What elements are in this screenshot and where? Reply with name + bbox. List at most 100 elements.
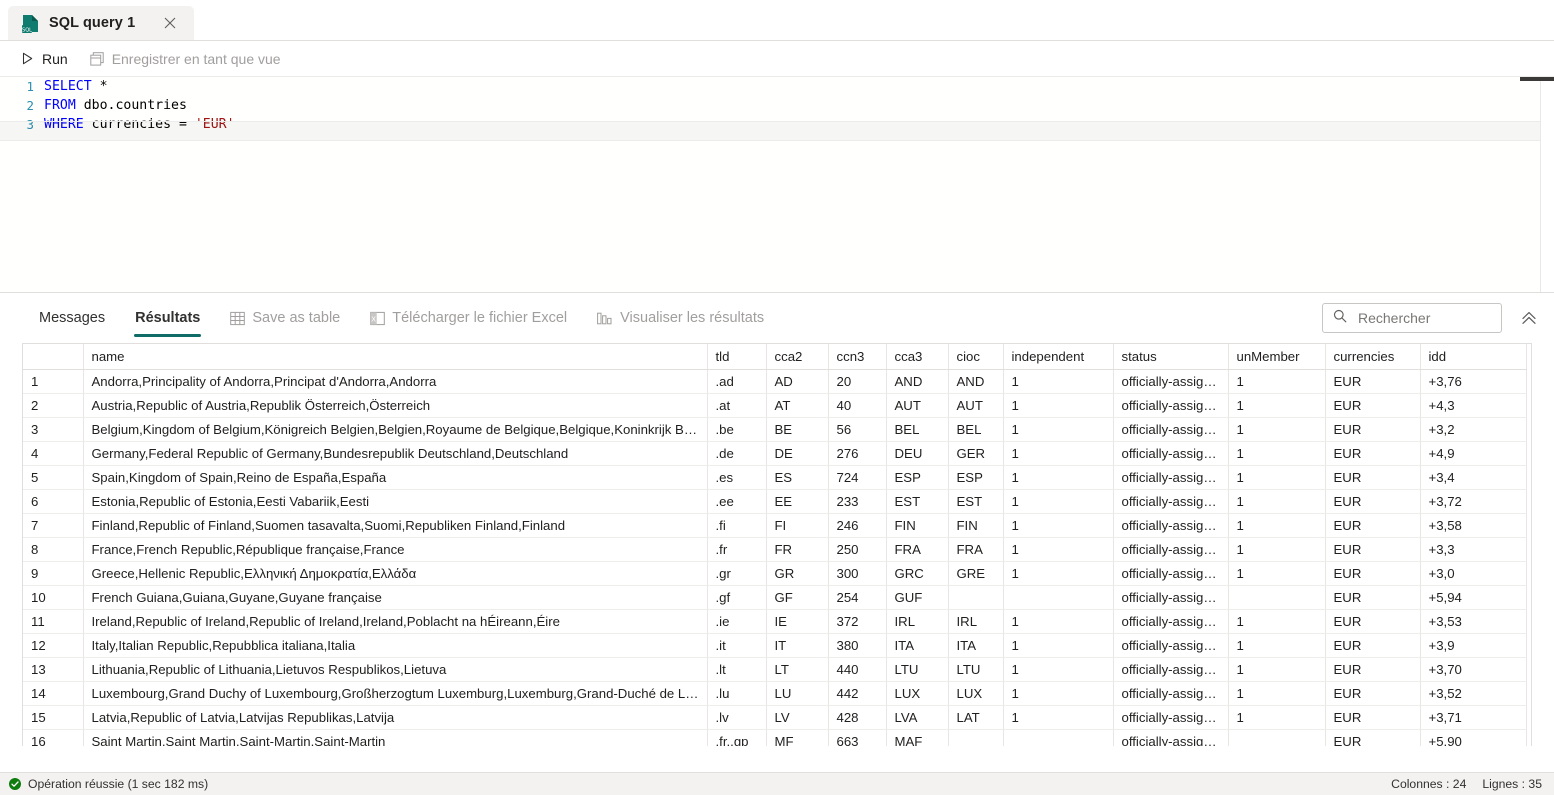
cell-cca3[interactable]: BEL [886,417,949,442]
editor-scrollbar-thumb[interactable] [1520,77,1554,81]
row-number[interactable]: 11 [23,609,84,634]
cell-currencies[interactable]: EUR [1325,633,1421,658]
search-box[interactable] [1322,303,1502,333]
cell-name[interactable]: Germany,Federal Republic of Germany,Bund… [83,441,708,466]
cell-cca3[interactable]: AUT [886,393,949,418]
cell-ccn3[interactable]: 663 [828,729,887,746]
cell-currencies[interactable]: EUR [1325,369,1421,394]
cell-cca2[interactable]: MF [766,729,829,746]
cell-idd[interactable]: +5,90 [1420,729,1527,746]
cell-ccn3[interactable]: 372 [828,609,887,634]
cell-cca3[interactable]: LTU [886,657,949,682]
cell-cca3[interactable]: LUX [886,681,949,706]
row-number[interactable]: 4 [23,441,84,466]
cell-cca3[interactable]: GUF [886,585,949,610]
cell-status[interactable]: officially-assigned [1113,729,1229,746]
cell-status[interactable]: officially-assigned [1113,609,1229,634]
row-number[interactable]: 8 [23,537,84,562]
cell-cca2[interactable]: LT [766,657,829,682]
row-number[interactable]: 12 [23,633,84,658]
column-header-name[interactable]: name [83,344,708,370]
cell-unMember[interactable]: 1 [1228,657,1326,682]
column-header-unMember[interactable]: unMember [1228,344,1326,370]
cell-ccn3[interactable]: 246 [828,513,887,538]
row-number[interactable]: 3 [23,417,84,442]
cell-unMember[interactable]: 1 [1228,633,1326,658]
cell-cca3[interactable]: LVA [886,705,949,730]
cell-unMember[interactable]: 1 [1228,609,1326,634]
cell-tld[interactable]: .gf [707,585,767,610]
cell-cca3[interactable]: DEU [886,441,949,466]
cell-idd[interactable]: +3,71 [1420,705,1527,730]
cell-currencies[interactable]: EUR [1325,657,1421,682]
cell-currencies[interactable]: EUR [1325,729,1421,746]
cell-unMember[interactable]: 1 [1228,441,1326,466]
table-row[interactable]: 10 French Guiana,Guiana,Guyane,Guyane fra… [23,585,1527,610]
cell-cca3[interactable]: MAF [886,729,949,746]
row-number[interactable]: 13 [23,657,84,682]
cell-ccn3[interactable]: 20 [828,369,887,394]
column-header-ccn3[interactable]: ccn3 [828,344,887,370]
cell-ccn3[interactable]: 250 [828,537,887,562]
table-row[interactable]: 7 Finland,Republic of Finland,Suomen tasa… [23,513,1527,538]
table-row[interactable]: 2 Austria,Republic of Austria,Republik Ös… [23,393,1527,418]
cell-cca3[interactable]: FRA [886,537,949,562]
cell-currencies[interactable]: EUR [1325,417,1421,442]
cell-tld[interactable]: .gr [707,561,767,586]
cell-name[interactable]: Austria,Republic of Austria,Republik Öst… [83,393,708,418]
table-row[interactable]: 5 Spain,Kingdom of Spain,Reino de España,… [23,465,1527,490]
cell-name[interactable]: Greece,Hellenic Republic,Ελληνική Δημοκρ… [83,561,708,586]
row-number[interactable]: 1 [23,369,84,394]
results-grid[interactable]: name tld cca2 ccn3 cca3 cioc independent status… [22,343,1532,746]
cell-cca2[interactable]: LU [766,681,829,706]
cell-idd[interactable]: +3,52 [1420,681,1527,706]
cell-cca3[interactable]: GRC [886,561,949,586]
cell-independent[interactable]: 1 [1003,633,1114,658]
row-number[interactable]: 5 [23,465,84,490]
cell-status[interactable]: officially-assigned [1113,681,1229,706]
cell-status[interactable]: officially-assigned [1113,585,1229,610]
cell-currencies[interactable]: EUR [1325,585,1421,610]
cell-tld[interactable]: .ie [707,609,767,634]
cell-unMember[interactable]: 1 [1228,681,1326,706]
double-chevron-up-icon[interactable] [1516,305,1542,331]
editor-vertical-scrollbar[interactable] [1520,77,1554,292]
sql-editor[interactable]: 1 SELECT * 2 FROM dbo.countries 3 WHERE curre… [0,77,1554,293]
cell-cioc[interactable]: AND [948,369,1004,394]
cell-cioc[interactable]: AUT [948,393,1004,418]
row-number[interactable]: 9 [23,561,84,586]
cell-unMember[interactable]: 1 [1228,369,1326,394]
column-header-rownum[interactable] [23,344,84,370]
cell-cca2[interactable]: EE [766,489,829,514]
editor-tab-sql-query-1[interactable]: SQL SQL query 1 [8,6,194,40]
cell-cioc[interactable]: LTU [948,657,1004,682]
cell-ccn3[interactable]: 724 [828,465,887,490]
cell-idd[interactable]: +3,3 [1420,537,1527,562]
cell-cca2[interactable]: AD [766,369,829,394]
cell-independent[interactable]: 1 [1003,561,1114,586]
cell-name[interactable]: Luxembourg,Grand Duchy of Luxembourg,Gro… [83,681,708,706]
cell-independent[interactable]: 1 [1003,609,1114,634]
search-input[interactable] [1356,309,1491,327]
cell-currencies[interactable]: EUR [1325,537,1421,562]
cell-cioc[interactable]: IRL [948,609,1004,634]
cell-cioc[interactable]: FRA [948,537,1004,562]
cell-cioc[interactable]: LAT [948,705,1004,730]
cell-unMember[interactable]: 1 [1228,537,1326,562]
cell-status[interactable]: officially-assigned [1113,537,1229,562]
cell-unMember[interactable] [1228,585,1326,610]
table-row[interactable]: 12 Italy,Italian Republic,Repubblica ital… [23,633,1527,658]
row-number[interactable]: 10 [23,585,84,610]
table-row[interactable]: 4 Germany,Federal Republic of Germany,Bun… [23,441,1527,466]
cell-independent[interactable]: 1 [1003,417,1114,442]
cell-ccn3[interactable]: 300 [828,561,887,586]
cell-independent[interactable]: 1 [1003,513,1114,538]
cell-status[interactable]: officially-assigned [1113,369,1229,394]
cell-cca2[interactable]: FI [766,513,829,538]
column-header-status[interactable]: status [1113,344,1229,370]
cell-independent[interactable]: 1 [1003,489,1114,514]
cell-tld[interactable]: .be [707,417,767,442]
table-row[interactable]: 15 Latvia,Republic of Latvia,Latvijas Rep… [23,705,1527,730]
table-row[interactable]: 6 Estonia,Republic of Estonia,Eesti Vabar… [23,489,1527,514]
cell-cioc[interactable]: ESP [948,465,1004,490]
